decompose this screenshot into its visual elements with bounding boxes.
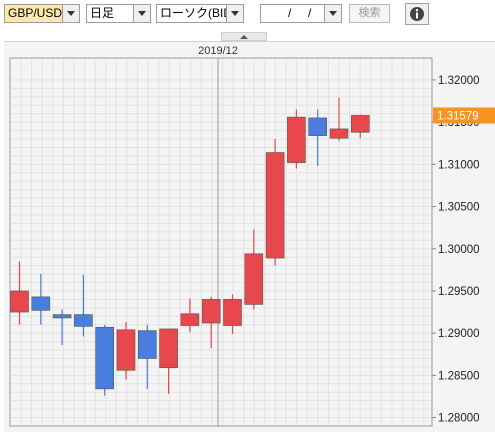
candle-body bbox=[350, 115, 370, 133]
candle[interactable] bbox=[116, 322, 136, 380]
candle-body bbox=[74, 314, 93, 327]
chart-type-select[interactable]: ローソク(BID) bbox=[156, 4, 244, 23]
y-tick-label: 1.31000 bbox=[438, 159, 480, 171]
calendar-dropdown-icon[interactable] bbox=[324, 5, 341, 22]
timeframe-value: 日足 bbox=[90, 6, 115, 20]
candle-body bbox=[95, 326, 114, 390]
candle[interactable] bbox=[180, 298, 200, 333]
candle[interactable] bbox=[350, 114, 370, 139]
candle-body bbox=[201, 299, 221, 324]
chevron-down-icon[interactable] bbox=[133, 5, 150, 22]
period-label: 2019/12 bbox=[198, 45, 238, 57]
candle[interactable] bbox=[74, 274, 93, 337]
collapse-panel-button[interactable] bbox=[221, 32, 267, 41]
candle-body bbox=[265, 152, 285, 259]
info-button[interactable] bbox=[405, 3, 429, 25]
candle-body bbox=[31, 296, 51, 311]
candle-body bbox=[287, 116, 306, 163]
candle-body bbox=[10, 290, 29, 313]
symbol-select[interactable]: GBP/USD bbox=[4, 4, 80, 23]
candle-body bbox=[308, 117, 328, 136]
candle[interactable] bbox=[10, 261, 29, 325]
y-tick-label: 1.30000 bbox=[438, 244, 480, 256]
chevron-down-icon[interactable] bbox=[62, 5, 79, 22]
toolbar: GBP/USD 日足 ローソク(BID) / / 検索 bbox=[0, 0, 495, 30]
y-tick-label: 1.28500 bbox=[438, 370, 480, 382]
candle[interactable] bbox=[287, 109, 306, 169]
candle[interactable] bbox=[31, 274, 51, 325]
y-tick-label: 1.29500 bbox=[438, 286, 480, 298]
candle[interactable] bbox=[265, 139, 285, 266]
candle[interactable] bbox=[329, 97, 349, 141]
candle[interactable] bbox=[52, 309, 72, 345]
candle-body bbox=[223, 299, 242, 326]
candle[interactable] bbox=[95, 324, 114, 396]
candle[interactable] bbox=[223, 294, 242, 334]
search-button[interactable]: 検索 bbox=[349, 4, 390, 23]
chart-panel: 2019/12 1.320001.315001.310001.305001.30… bbox=[4, 41, 495, 432]
y-tick-label: 1.32000 bbox=[438, 75, 480, 87]
current-price-label: 1.31579 bbox=[437, 110, 479, 122]
candle-body bbox=[180, 313, 200, 326]
candle[interactable] bbox=[308, 109, 328, 167]
candle-body bbox=[329, 128, 349, 139]
y-tick-label: 1.30500 bbox=[438, 202, 480, 214]
date-input[interactable]: / / bbox=[260, 4, 342, 23]
plot-frame bbox=[9, 57, 433, 427]
candlestick-chart[interactable]: 2019/12 1.320001.315001.310001.305001.30… bbox=[4, 42, 495, 432]
candle-body bbox=[244, 253, 264, 305]
candle-body bbox=[159, 328, 178, 369]
chevron-down-icon[interactable] bbox=[226, 5, 243, 22]
y-tick-label: 1.28000 bbox=[438, 413, 480, 425]
date-separator: / bbox=[288, 6, 292, 20]
candle[interactable] bbox=[138, 324, 157, 389]
timeframe-select[interactable]: 日足 bbox=[86, 4, 151, 23]
info-icon bbox=[410, 7, 424, 21]
candle-body bbox=[138, 330, 157, 359]
y-tick-label: 1.29000 bbox=[438, 328, 480, 340]
symbol-value: GBP/USD bbox=[8, 6, 63, 20]
chart-type-value: ローソク(BID) bbox=[160, 6, 236, 20]
candle[interactable] bbox=[244, 229, 264, 310]
date-separator: / bbox=[308, 6, 312, 20]
candle-body bbox=[52, 314, 72, 319]
candle-body bbox=[116, 329, 136, 371]
